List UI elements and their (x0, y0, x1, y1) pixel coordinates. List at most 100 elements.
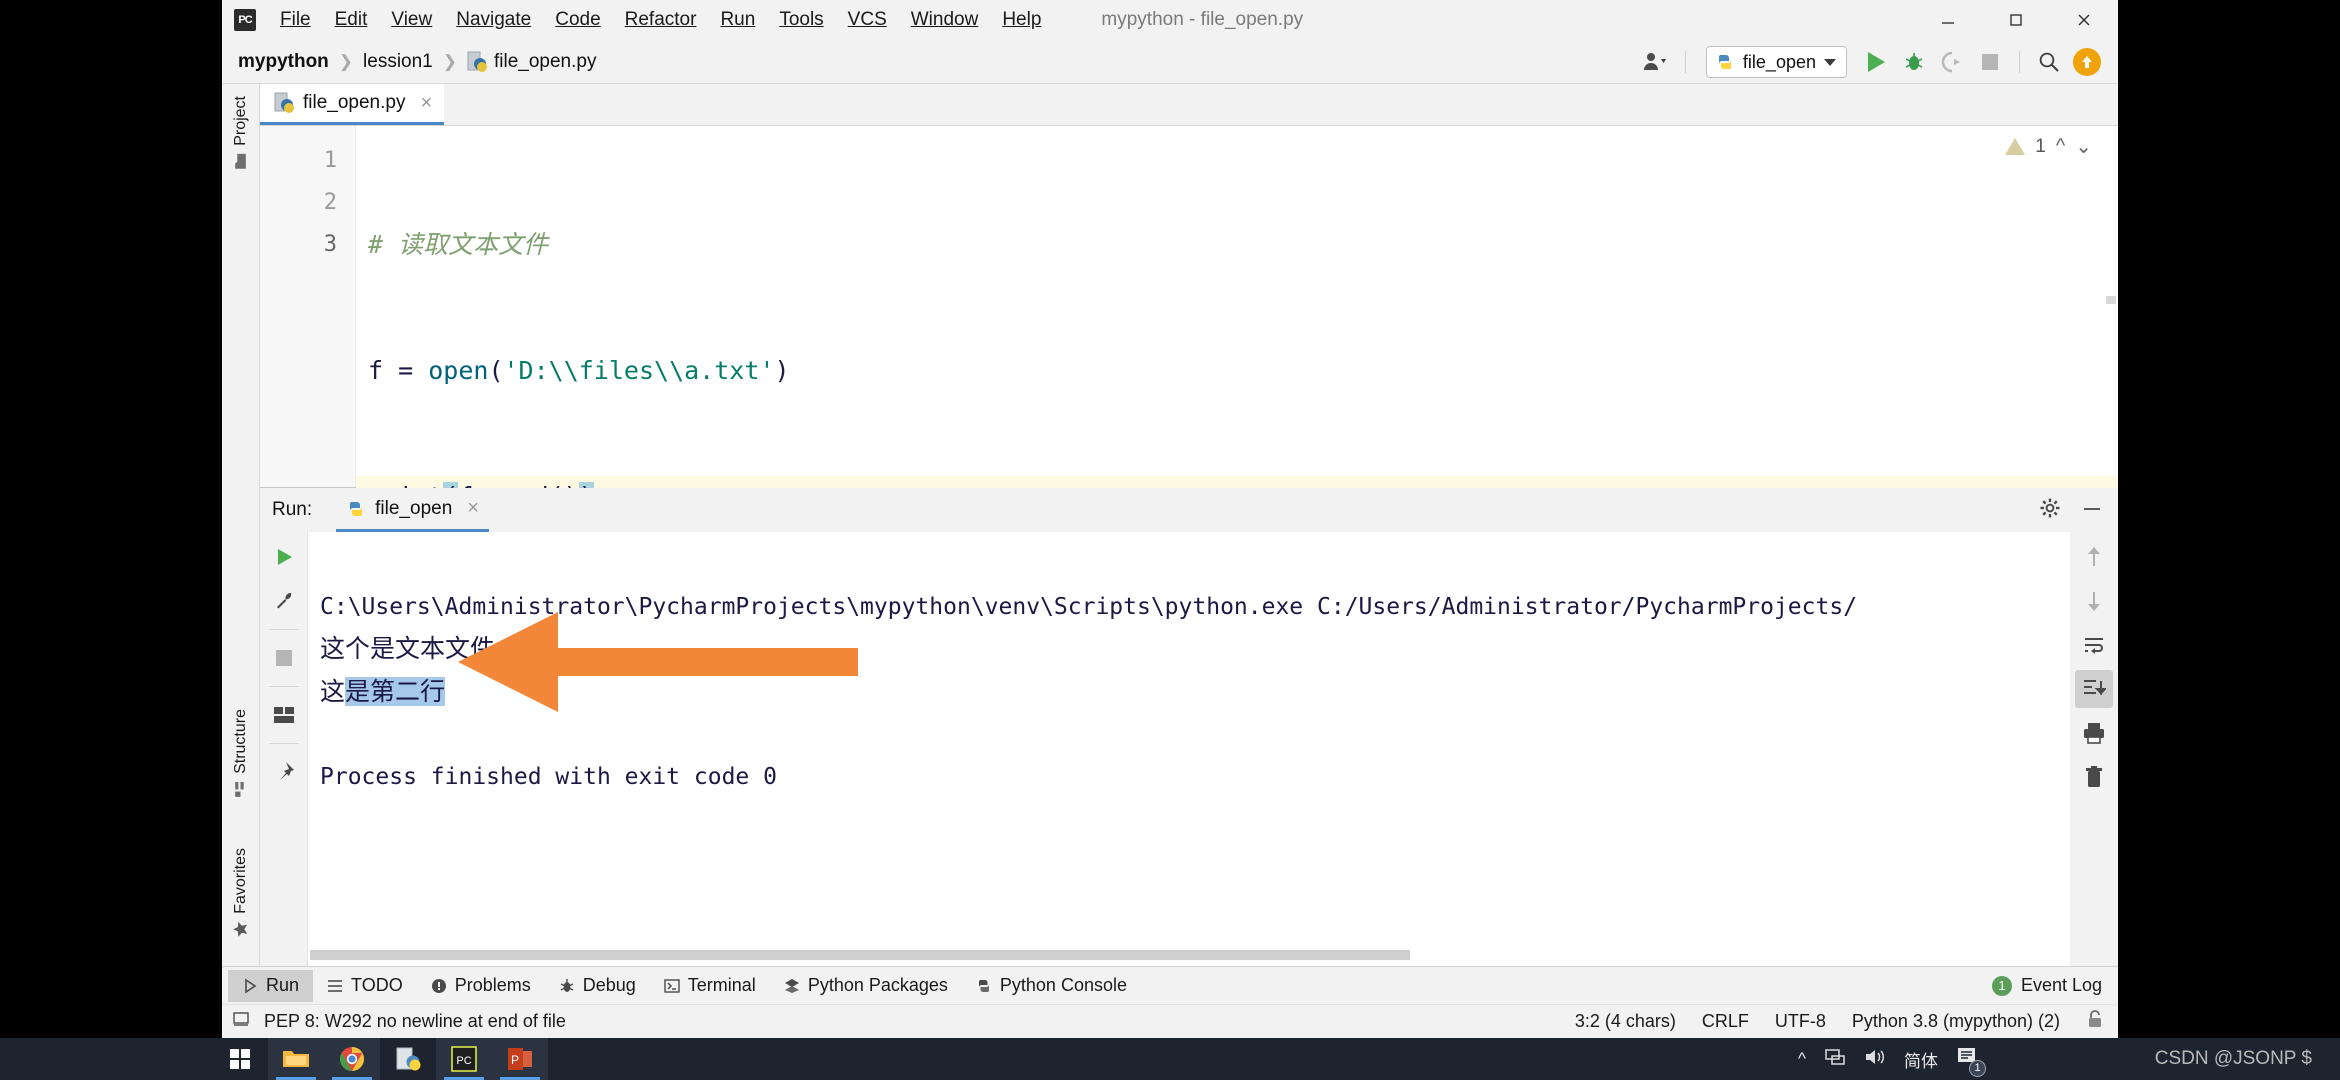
run-configuration-selector[interactable]: file_open (1706, 46, 1847, 78)
chevron-down-icon (1824, 59, 1836, 66)
sidebar-item-project[interactable]: Project (222, 90, 260, 176)
status-interpreter[interactable]: Python 3.8 (mypython) (2) (1852, 1011, 2060, 1032)
print-button[interactable] (2075, 714, 2113, 752)
editor-scrollbar[interactable] (2106, 296, 2116, 304)
tool-button-terminal[interactable]: Terminal (650, 970, 770, 1002)
code-paren-open: ( (488, 356, 503, 385)
run-tab-close-icon[interactable]: × (467, 497, 479, 520)
code-editor[interactable]: 1 2 3 # 读取文本文件 f = open('D:\\files\\a.tx… (260, 126, 2118, 487)
tray-expand-icon[interactable]: ^ (1798, 1049, 1806, 1069)
taskbar-pycharm[interactable]: PC (436, 1038, 492, 1080)
sidebar-item-favorites[interactable]: Favorites (222, 842, 260, 944)
previous-problem-icon[interactable]: ^ (2056, 135, 2065, 158)
scroll-to-end-button[interactable] (2075, 670, 2113, 708)
rerun-button[interactable] (265, 538, 303, 576)
status-lock-button[interactable] (2086, 1009, 2104, 1034)
breadcrumb-folder[interactable]: lession1 (363, 51, 433, 73)
menu-item-edit[interactable]: Edit (323, 5, 380, 35)
inspection-widget[interactable]: 1 ^ ⌄ (2005, 134, 2092, 159)
taskbar-powerpoint[interactable]: P (492, 1038, 548, 1080)
menu-label-file: File (280, 9, 311, 30)
code-content[interactable]: # 读取文本文件 f = open('D:\\files\\a.txt') pr… (356, 126, 2118, 487)
menu-item-refactor[interactable]: Refactor (613, 5, 709, 35)
inspection-scope-icon[interactable] (232, 1010, 250, 1033)
main-toolbar: file_open (1639, 40, 2104, 84)
menu-item-view[interactable]: View (379, 5, 444, 35)
soft-wrap-button[interactable] (2075, 626, 2113, 664)
menu-item-navigate[interactable]: Navigate (444, 5, 543, 35)
update-project-button[interactable] (2070, 45, 2104, 79)
packages-icon (784, 978, 800, 994)
run-settings-button[interactable] (2038, 496, 2062, 525)
maximize-icon (2007, 11, 2025, 29)
tool-button-todo[interactable]: TODO (313, 970, 417, 1002)
minimize-icon (1939, 11, 1957, 29)
status-inspection-message: PEP 8: W292 no newline at end of file (264, 1011, 566, 1032)
run-hide-button[interactable] (2080, 496, 2104, 525)
menu-item-window[interactable]: Window (899, 5, 991, 35)
taskbar-chrome[interactable] (324, 1038, 380, 1080)
tray-notifications-button[interactable]: 1 (1956, 1046, 1980, 1073)
line-number-1: 1 (260, 140, 337, 182)
layout-settings-button[interactable] (265, 696, 303, 734)
sidebar-item-structure[interactable]: Structure (222, 703, 260, 804)
tool-button-python-packages[interactable]: Python Packages (770, 970, 962, 1002)
maximize-button[interactable] (1982, 0, 2050, 40)
left-tool-rail: Project Structure Favorites (222, 84, 260, 966)
stop-process-button[interactable] (265, 639, 303, 677)
code-line-1: # 读取文本文件 (368, 224, 2118, 266)
run-with-coverage-button[interactable] (1935, 45, 1969, 79)
configure-run-button[interactable] (265, 582, 303, 620)
tool-button-debug[interactable]: Debug (545, 970, 650, 1002)
menu-label-vcs: VCS (848, 9, 887, 30)
breadcrumb-file[interactable]: file_open.py (494, 51, 596, 73)
debug-button[interactable] (1897, 45, 1931, 79)
menu-item-code[interactable]: Code (543, 5, 612, 35)
run-tab-file-open[interactable]: file_open × (336, 488, 489, 532)
pin-tab-button[interactable] (265, 753, 303, 791)
structure-icon (233, 781, 250, 798)
status-caret-position[interactable]: 3:2 (4 chars) (1575, 1011, 1676, 1032)
warning-count: 1 (2035, 136, 2046, 158)
status-line-separator[interactable]: CRLF (1702, 1011, 1749, 1032)
tool-button-python-console[interactable]: Python Console (962, 970, 1141, 1002)
console-exit-line: Process finished with exit code 0 (320, 764, 777, 790)
tray-volume-icon[interactable] (1864, 1047, 1886, 1072)
system-tray: ^ 简体 1 (1798, 1046, 1980, 1073)
clear-all-button[interactable] (2075, 758, 2113, 796)
menu-item-file[interactable]: File (268, 5, 323, 35)
status-encoding[interactable]: UTF-8 (1775, 1011, 1826, 1032)
minimize-button[interactable] (1914, 0, 1982, 40)
console-horizontal-scrollbar[interactable] (310, 950, 1410, 960)
breadcrumb-project[interactable]: mypython (238, 51, 329, 73)
console-output[interactable]: C:\Users\Administrator\PycharmProjects\m… (308, 532, 2070, 966)
search-everywhere-button[interactable] (2032, 45, 2066, 79)
menu-item-help[interactable]: Help (990, 5, 1053, 35)
run-button[interactable] (1859, 45, 1893, 79)
menu-item-tools[interactable]: Tools (767, 5, 835, 35)
start-button[interactable] (212, 1038, 268, 1080)
account-button[interactable] (1639, 45, 1673, 79)
tool-button-run[interactable]: Run (228, 970, 313, 1002)
close-button[interactable] (2050, 0, 2118, 40)
gear-icon (2038, 496, 2062, 520)
taskbar-python-file[interactable] (380, 1038, 436, 1080)
minimize-icon (2080, 496, 2104, 520)
menu-item-vcs[interactable]: VCS (836, 5, 899, 35)
next-problem-icon[interactable]: ⌄ (2075, 134, 2092, 159)
taskbar-file-explorer[interactable] (268, 1038, 324, 1080)
tray-network-icon[interactable] (1824, 1047, 1846, 1072)
tray-ime-indicator[interactable]: 简体 (1904, 1047, 1938, 1072)
list-icon (327, 978, 343, 994)
powerpoint-icon: P (507, 1046, 533, 1072)
sidebar-item-favorites-label: Favorites (232, 848, 250, 914)
stop-button[interactable] (1973, 45, 2007, 79)
menu-item-run[interactable]: Run (708, 5, 767, 35)
menu-label-run: Run (720, 9, 755, 30)
run-window-label: Run: (272, 499, 312, 521)
editor-tab-file-open[interactable]: file_open.py × (260, 84, 444, 125)
tool-button-problems[interactable]: Problems (417, 970, 545, 1002)
python-console-icon (976, 978, 992, 994)
editor-tab-close-icon[interactable]: × (420, 92, 432, 115)
event-log-button[interactable]: 1 Event Log (1992, 975, 2102, 996)
